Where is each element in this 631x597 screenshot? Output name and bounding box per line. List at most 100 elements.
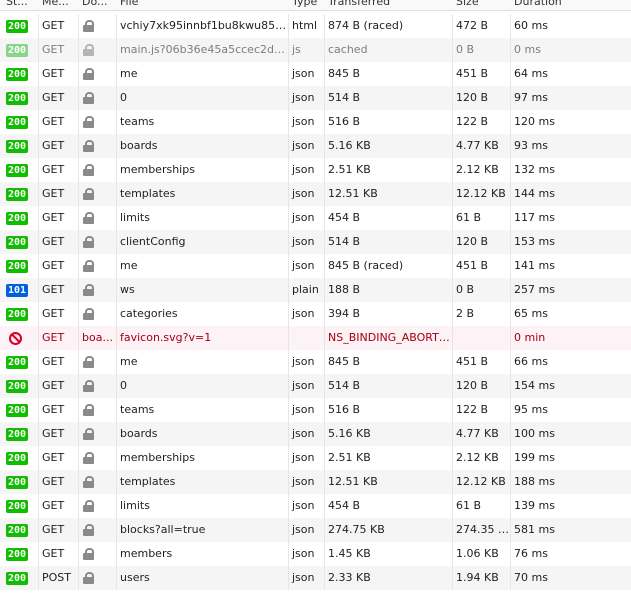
request-row[interactable]: 200 GET templates json 12.51 KB 12.12 KB 188 m… — [0, 470, 631, 494]
transferred-cell: 516 B — [328, 115, 361, 128]
type-cell: json — [292, 139, 315, 152]
request-row[interactable]: 200 GET me json 845 B (raced) 451 B 141 ms — [0, 254, 631, 278]
status-cell: 101 — [0, 278, 38, 302]
file-cell: me — [120, 259, 138, 272]
method-cell: GET — [42, 451, 65, 464]
lock-icon — [83, 524, 94, 536]
transferred-cell: cached — [328, 43, 368, 56]
duration-cell: 257 ms — [514, 283, 555, 296]
status-badge: 200 — [6, 163, 29, 177]
status-cell: 200 — [0, 350, 38, 374]
lock-icon — [83, 404, 94, 416]
method-cell: GET — [42, 19, 65, 32]
method-cell: GET — [42, 259, 65, 272]
duration-cell: 199 ms — [514, 451, 555, 464]
column-header-size[interactable]: Size — [452, 0, 510, 10]
request-row[interactable]: 200 GET me json 845 B 451 B 64 ms — [0, 62, 631, 86]
transferred-cell: 1.45 KB — [328, 547, 371, 560]
request-row[interactable]: 200 GET limits json 454 B 61 B 139 ms — [0, 494, 631, 518]
request-row[interactable]: 200 GET 0 json 514 B 120 B 97 ms — [0, 86, 631, 110]
type-cell: json — [292, 211, 315, 224]
method-cell: GET — [42, 91, 65, 104]
file-cell: main.js?06b36e45a5ccec2d1c93 — [120, 43, 288, 56]
duration-cell: 188 ms — [514, 475, 555, 488]
status-badge: 200 — [6, 187, 29, 201]
request-row[interactable]: 200 GET 0 json 514 B 120 B 154 ms — [0, 374, 631, 398]
request-row[interactable]: 200 GET members json 1.45 KB 1.06 KB 76 ms — [0, 542, 631, 566]
size-cell: 1.94 KB — [456, 571, 499, 584]
request-row[interactable]: 200 GET boards json 5.16 KB 4.77 KB 100 ms — [0, 422, 631, 446]
method-cell: GET — [42, 235, 65, 248]
size-cell: 451 B — [456, 355, 489, 368]
request-row[interactable]: 200 GET boards json 5.16 KB 4.77 KB 93 ms — [0, 134, 631, 158]
type-cell: json — [292, 547, 315, 560]
request-row[interactable]: 200 GET blocks?all=true json 274.75 KB 274.35… — [0, 518, 631, 542]
type-cell: json — [292, 427, 315, 440]
request-row[interactable]: 200 GET vchiy7xk95innbf1bu8kwu85kjc html 874… — [0, 14, 631, 38]
request-row[interactable]: 200 GET memberships json 2.51 KB 2.12 KB 199 m… — [0, 446, 631, 470]
status-cell: 200 — [0, 134, 38, 158]
method-cell: GET — [42, 283, 65, 296]
type-cell: json — [292, 379, 315, 392]
duration-cell: 139 ms — [514, 499, 555, 512]
request-row[interactable]: 101 GET ws plain 188 B 0 B 257 ms — [0, 278, 631, 302]
file-cell: teams — [120, 403, 155, 416]
lock-icon — [83, 140, 94, 152]
transferred-cell: 2.51 KB — [328, 163, 371, 176]
file-cell: teams — [120, 115, 155, 128]
request-row[interactable]: 200 GET teams json 516 B 122 B 120 ms — [0, 110, 631, 134]
status-cell: 200 — [0, 182, 38, 206]
request-row[interactable]: 200 GET limits json 454 B 61 B 117 ms — [0, 206, 631, 230]
size-cell: 2.12 KB — [456, 163, 499, 176]
file-cell: boards — [120, 427, 158, 440]
request-row[interactable]: 200 GET categories json 394 B 2 B 65 ms — [0, 302, 631, 326]
type-cell: json — [292, 571, 315, 584]
column-header-domain[interactable]: Do... — [78, 0, 116, 10]
request-row[interactable]: 200 GET me json 845 B 451 B 66 ms — [0, 350, 631, 374]
request-row[interactable]: 200 GET clientConfig json 514 B 120 B 153 ms — [0, 230, 631, 254]
file-cell: 0 — [120, 91, 127, 104]
status-cell: 200 — [0, 446, 38, 470]
duration-cell: 0 min — [514, 331, 546, 344]
type-cell — [288, 326, 324, 350]
duration-cell: 153 ms — [514, 235, 555, 248]
request-row[interactable]: 200 GET main.js?06b36e45a5ccec2d1c93 js cach… — [0, 38, 631, 62]
column-header-file[interactable]: File — [116, 0, 288, 10]
status-cell: 200 — [0, 542, 38, 566]
size-cell: 1.06 KB — [456, 547, 499, 560]
transferred-cell: 274.75 KB — [328, 523, 385, 536]
size-cell: 0 B — [456, 283, 475, 296]
column-header-status[interactable]: St... — [0, 0, 38, 10]
status-cell: 200 — [0, 494, 38, 518]
domain-cell — [78, 62, 116, 86]
method-cell: GET — [42, 427, 65, 440]
transferred-cell: 845 B — [328, 67, 361, 80]
domain-cell — [78, 158, 116, 182]
status-cell: 200 — [0, 62, 38, 86]
domain-cell — [78, 446, 116, 470]
request-row[interactable]: 200 GET memberships json 2.51 KB 2.12 KB 132 m… — [0, 158, 631, 182]
status-cell: 200 — [0, 374, 38, 398]
size-cell: 274.35 KB — [456, 523, 510, 536]
transferred-cell: 394 B — [328, 307, 361, 320]
domain-cell — [78, 470, 116, 494]
column-header-transferred[interactable]: Transferred — [324, 0, 452, 10]
status-cell: 200 — [0, 302, 38, 326]
transferred-cell: 845 B (raced) — [328, 259, 404, 272]
lock-icon — [83, 92, 94, 104]
method-cell: GET — [42, 403, 65, 416]
column-header-method[interactable]: Me... — [38, 0, 78, 10]
status-cell: 200 — [0, 38, 38, 62]
request-row[interactable]: 200 GET templates json 12.51 KB 12.12 KB 144 m… — [0, 182, 631, 206]
status-badge: 200 — [6, 475, 29, 489]
type-cell: js — [292, 43, 301, 56]
lock-icon — [83, 260, 94, 272]
request-row[interactable]: 200 GET teams json 516 B 122 B 95 ms — [0, 398, 631, 422]
size-cell: 120 B — [456, 235, 489, 248]
request-row[interactable]: GET boa... favicon.svg?v=1 NS_BINDING_ABORT… — [0, 326, 631, 350]
column-header-duration[interactable]: Duration — [510, 0, 631, 10]
type-cell: json — [292, 115, 315, 128]
request-row[interactable]: 200 POST users json 2.33 KB 1.94 KB 70 ms — [0, 566, 631, 590]
status-badge: 200 — [6, 235, 29, 249]
column-header-type[interactable]: Type — [288, 0, 324, 10]
